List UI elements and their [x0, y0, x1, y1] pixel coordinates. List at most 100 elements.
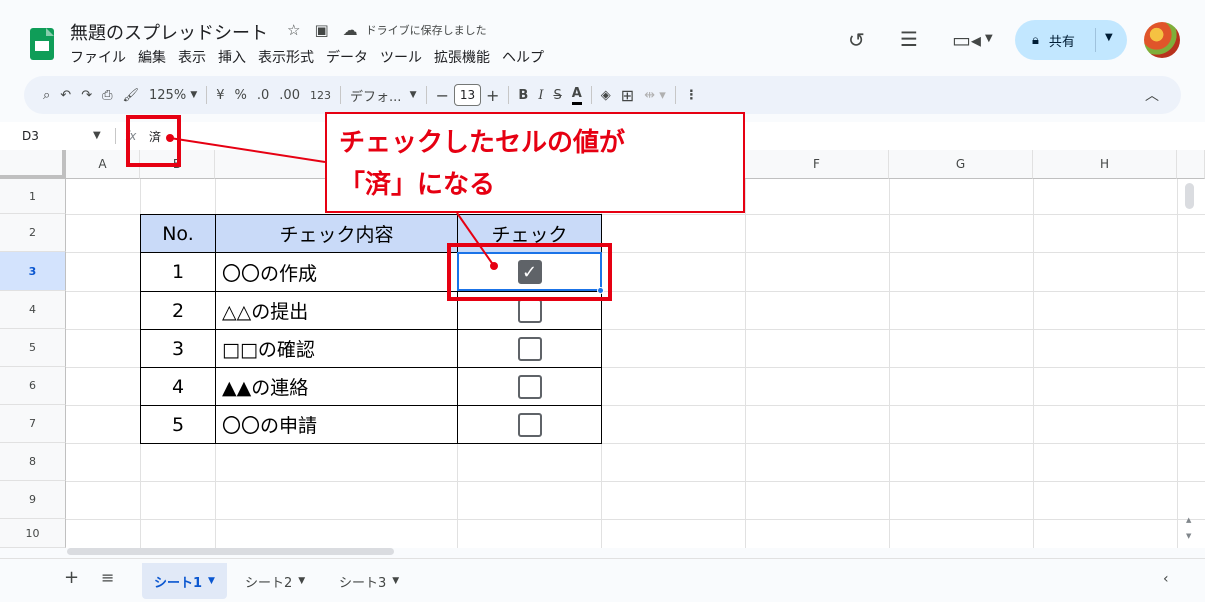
menu-view[interactable]: 表示: [178, 47, 206, 67]
bold-button[interactable]: B: [513, 82, 533, 108]
table-cell-check[interactable]: [457, 367, 602, 406]
table-cell-no[interactable]: 5: [140, 405, 216, 444]
borders-icon[interactable]: ⊞: [616, 82, 639, 108]
select-all-corner[interactable]: [0, 150, 66, 179]
avatar[interactable]: [1144, 22, 1180, 58]
menu-tools[interactable]: ツール: [380, 47, 422, 67]
undo-icon[interactable]: ↶: [55, 82, 76, 108]
row-header-10[interactable]: 10: [0, 519, 66, 548]
table-cell-no[interactable]: 4: [140, 367, 216, 406]
column-header-h[interactable]: H: [1033, 150, 1177, 179]
row-header-7[interactable]: 7: [0, 405, 66, 443]
percent-format-button[interactable]: %: [230, 82, 252, 108]
checkbox[interactable]: [517, 374, 542, 399]
decrease-decimal-button[interactable]: .0: [252, 82, 274, 108]
fill-color-icon[interactable]: ◈: [596, 82, 616, 108]
italic-button[interactable]: I: [533, 82, 548, 108]
currency-format-button[interactable]: ¥: [211, 82, 229, 108]
merge-cells-icon[interactable]: ⇹ ▾: [639, 82, 671, 108]
checkbox[interactable]: [517, 336, 542, 361]
menu-extensions[interactable]: 拡張機能: [434, 47, 490, 67]
table-cell-check[interactable]: [457, 329, 602, 368]
menu-data[interactable]: データ: [326, 47, 368, 67]
menu-file[interactable]: ファイル: [70, 47, 126, 67]
table-cell-no[interactable]: 1: [140, 252, 216, 292]
meet-chevron-down-icon[interactable]: ▼: [985, 33, 993, 44]
row-header-4[interactable]: 4: [0, 291, 66, 329]
print-icon[interactable]: ⎙: [97, 82, 117, 108]
increase-decimal-button[interactable]: .00: [274, 82, 305, 108]
history-icon[interactable]: ↺: [848, 28, 865, 52]
tab-sheet1-chevron-down-icon[interactable]: ▼: [208, 576, 215, 586]
zoom-chevron-down-icon: ▼: [190, 90, 198, 100]
row-header-8[interactable]: 8: [0, 443, 66, 481]
all-sheets-icon[interactable]: ≡: [101, 568, 114, 587]
font-size-input[interactable]: 13: [453, 84, 481, 106]
table-cell-no[interactable]: 3: [140, 329, 216, 368]
comments-icon[interactable]: ☰: [900, 27, 918, 51]
table-header-no[interactable]: No.: [140, 214, 216, 253]
gridline: [66, 481, 1205, 482]
share-chevron-down-icon[interactable]: ▼: [1105, 32, 1113, 43]
scroll-up-icon[interactable]: ▲: [1186, 516, 1191, 524]
row-header-1[interactable]: 1: [0, 179, 66, 214]
zoom-select[interactable]: 125% ▼: [144, 82, 202, 108]
column-header-f[interactable]: F: [745, 150, 889, 179]
tab-sheet3[interactable]: シート3 ▼: [327, 563, 411, 599]
row-header-5[interactable]: 5: [0, 329, 66, 367]
table-cell-content[interactable]: □□の確認: [215, 329, 458, 368]
row-header-3[interactable]: 3: [0, 252, 66, 291]
tab-sheet2-chevron-down-icon[interactable]: ▼: [298, 576, 305, 586]
table-cell-check[interactable]: [457, 405, 602, 444]
sheets-logo-icon[interactable]: [30, 28, 54, 60]
redo-icon[interactable]: ↷: [76, 82, 97, 108]
menu-help[interactable]: ヘルプ: [502, 47, 544, 67]
tab-sheet1[interactable]: シート1 ▼: [142, 563, 227, 599]
checkbox[interactable]: [517, 412, 542, 437]
cloud-saved-icon[interactable]: ☁: [343, 21, 358, 39]
more-options-icon[interactable]: ⋮: [680, 82, 703, 108]
table-header-content[interactable]: チェック内容: [215, 214, 458, 253]
font-select[interactable]: デフォ... ▼: [345, 82, 422, 108]
document-title[interactable]: 無題のスプレッドシート: [70, 19, 268, 45]
font-chevron-down-icon: ▼: [409, 90, 417, 100]
horizontal-scrollbar-thumb[interactable]: [67, 548, 394, 555]
tab-sheet3-chevron-down-icon[interactable]: ▼: [392, 576, 399, 586]
name-box-chevron-down-icon[interactable]: ▼: [93, 130, 101, 141]
table-cell-content[interactable]: △△の提出: [215, 291, 458, 330]
checkbox[interactable]: [517, 298, 542, 323]
table-cell-content[interactable]: 〇〇の申請: [215, 405, 458, 444]
menu-bar: ファイル 編集 表示 挿入 表示形式 データ ツール 拡張機能 ヘルプ: [70, 47, 544, 67]
zoom-value: 125%: [149, 87, 187, 103]
collapse-menus-icon[interactable]: ︿: [1145, 85, 1159, 105]
add-sheet-icon[interactable]: +: [64, 567, 79, 588]
menu-format[interactable]: 表示形式: [258, 47, 314, 67]
paint-format-icon[interactable]: 🖌︎: [118, 82, 145, 108]
search-menus-icon[interactable]: ⌕: [38, 82, 55, 108]
scroll-down-icon[interactable]: ▼: [1186, 532, 1191, 540]
increase-font-size-button[interactable]: +: [481, 82, 504, 108]
strikethrough-button[interactable]: S: [548, 82, 566, 108]
decrease-font-size-button[interactable]: −: [431, 82, 454, 108]
vertical-scrollbar-thumb[interactable]: [1185, 183, 1194, 209]
share-button[interactable]: 🔒︎ 共有 ▼: [1015, 20, 1127, 60]
name-box[interactable]: D3: [22, 129, 39, 143]
menu-insert[interactable]: 挿入: [218, 47, 246, 67]
share-divider: [1095, 28, 1096, 52]
column-header-g[interactable]: G: [889, 150, 1033, 179]
table-cell-content[interactable]: 〇〇の作成: [215, 252, 458, 292]
move-folder-icon[interactable]: ▣: [314, 21, 328, 39]
lock-icon: 🔒︎: [1032, 32, 1039, 48]
row-header-6[interactable]: 6: [0, 367, 66, 405]
menu-edit[interactable]: 編集: [138, 47, 166, 67]
more-formats-button[interactable]: 123: [305, 82, 336, 108]
row-header-2[interactable]: 2: [0, 214, 66, 252]
table-cell-no[interactable]: 2: [140, 291, 216, 330]
star-icon[interactable]: ☆: [287, 21, 300, 39]
tab-sheet2[interactable]: シート2 ▼: [233, 563, 317, 599]
text-color-button[interactable]: A: [567, 82, 587, 108]
row-header-9[interactable]: 9: [0, 481, 66, 519]
chevron-left-icon[interactable]: ‹: [1163, 571, 1169, 587]
table-cell-content[interactable]: ▲▲の連絡: [215, 367, 458, 406]
meet-video-icon[interactable]: ▭◂: [952, 28, 981, 52]
